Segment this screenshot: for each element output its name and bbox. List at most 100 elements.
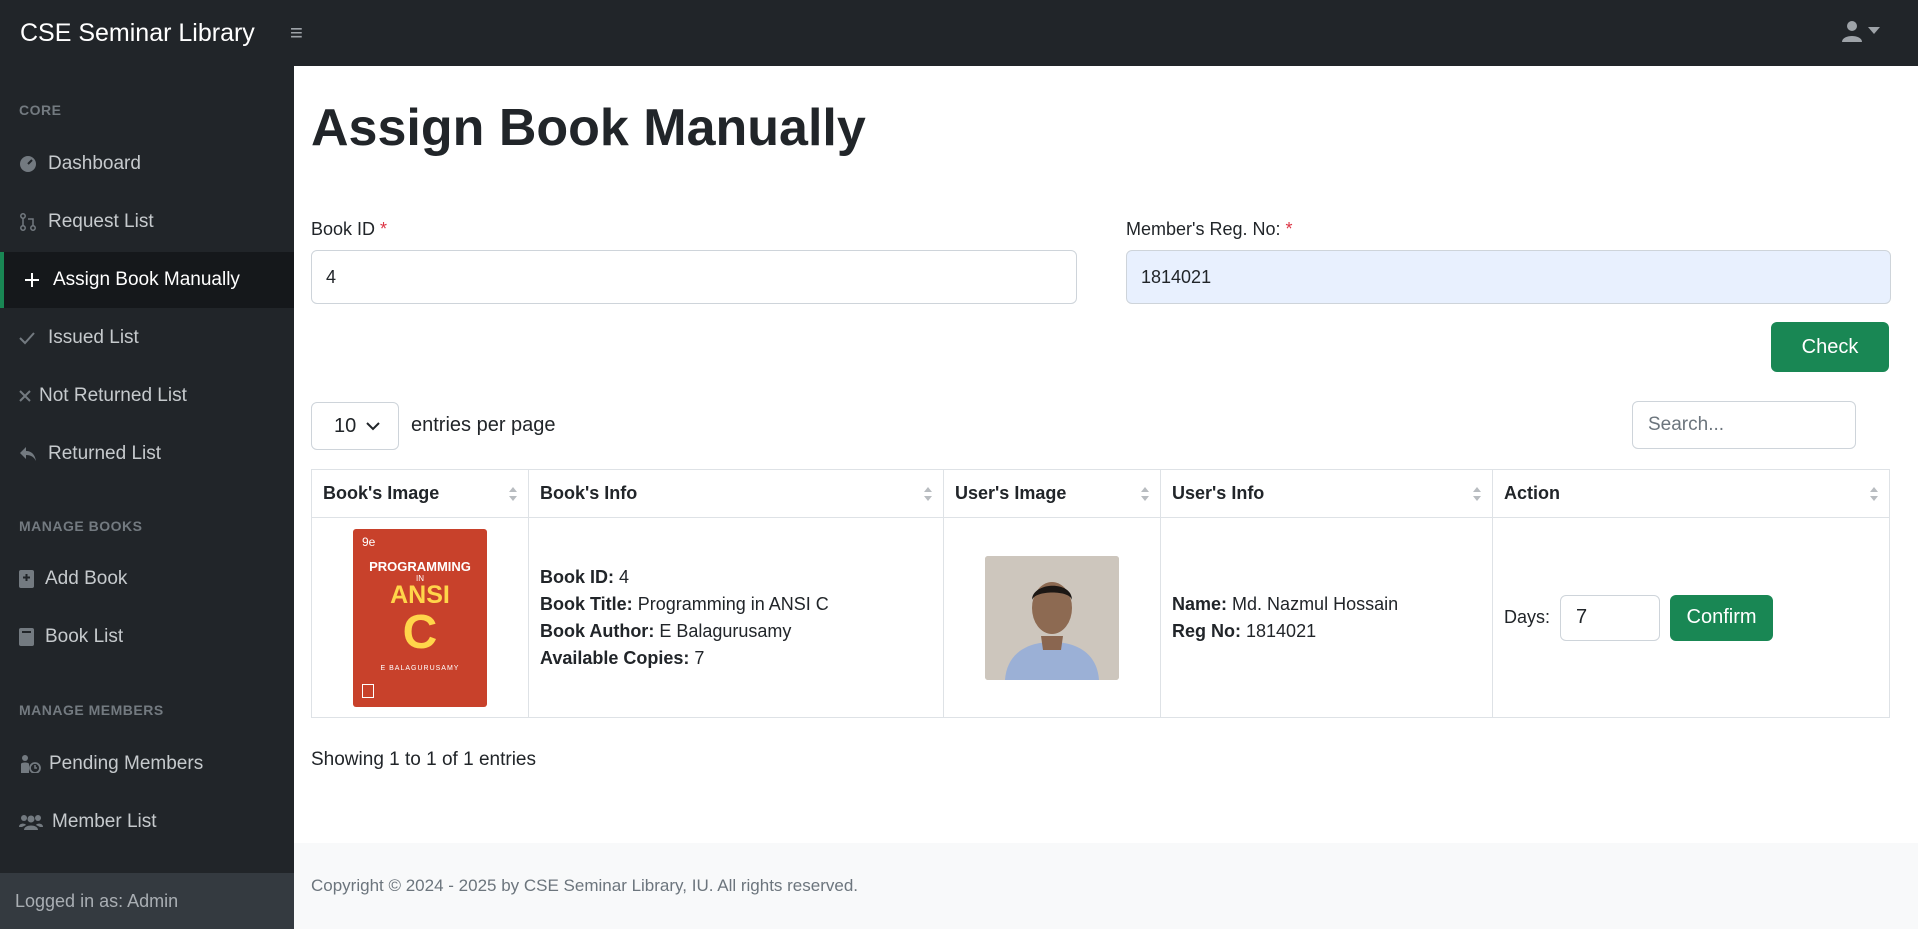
member-reg-input[interactable]: 1814021 xyxy=(1126,250,1891,304)
entries-per-page-select[interactable]: 10 xyxy=(311,402,399,450)
days-label: Days: xyxy=(1504,607,1551,627)
cover-edition: 9e xyxy=(362,534,376,549)
column-header-users-image[interactable]: User's Image xyxy=(943,469,1161,518)
days-group: Days: 7 Confirm xyxy=(1504,594,1889,641)
brand-title[interactable]: CSE Seminar Library xyxy=(0,19,280,48)
plus-icon xyxy=(24,272,44,288)
book-info-cell: Book ID: 4 Book Title: Programming in AN… xyxy=(528,517,944,718)
check-icon xyxy=(19,331,39,345)
days-input[interactable]: 7 xyxy=(1560,594,1661,641)
user-reg-line: Reg No: 1814021 xyxy=(1172,618,1492,645)
available-copies-value: 7 xyxy=(694,647,705,668)
copyright-text: Copyright © 2024 - 2025 by CSE Seminar L… xyxy=(311,876,859,895)
available-copies-line: Available Copies: 7 xyxy=(540,645,943,672)
sidebar-item-label: Issued List xyxy=(48,327,139,348)
sidebar-item-pending-members[interactable]: Pending Members xyxy=(0,736,294,792)
sidebar-heading-core: CORE xyxy=(19,102,62,118)
search-input[interactable]: Search... xyxy=(1632,401,1856,449)
table-info-text: Showing 1 to 1 of 1 entries xyxy=(311,749,536,770)
dashboard-icon xyxy=(19,155,39,173)
sort-icon xyxy=(509,487,517,501)
book-author-value: E Balagurusamy xyxy=(659,620,792,641)
book-title-value: Programming in ANSI C xyxy=(637,593,829,614)
column-header-action[interactable]: Action xyxy=(1492,469,1890,518)
column-header-books-image[interactable]: Book's Image xyxy=(311,469,529,518)
book-cover-image: 9e PROGRAMMING IN ANSI C E BALAGURUSAMY xyxy=(353,528,487,707)
sidebar-item-assign-book[interactable]: Assign Book Manually xyxy=(0,252,294,308)
required-mark: * xyxy=(380,219,388,239)
book-icon xyxy=(19,628,36,646)
sidebar-item-label: Dashboard xyxy=(48,153,141,174)
column-header-label: User's Image xyxy=(955,483,1067,503)
book-author-line: Book Author: E Balagurusamy xyxy=(540,618,943,645)
column-header-books-info[interactable]: Book's Info xyxy=(528,469,944,518)
user-photo xyxy=(985,555,1119,680)
sidebar-item-returned-list[interactable]: Returned List xyxy=(0,426,294,482)
column-header-users-info[interactable]: User's Info xyxy=(1160,469,1493,518)
available-copies-key: Available Copies: xyxy=(540,647,690,668)
column-header-label: Book's Info xyxy=(540,483,638,503)
sidebar-item-issued-list[interactable]: Issued List xyxy=(0,310,294,366)
top-navbar: CSE Seminar Library ≡ xyxy=(0,0,1918,66)
sort-icon xyxy=(1141,487,1149,501)
sidebar-item-label: Add Book xyxy=(45,568,128,589)
user-name-value: Md. Nazmul Hossain xyxy=(1232,593,1399,614)
column-header-label: Action xyxy=(1504,483,1560,503)
sidebar-item-label: Request List xyxy=(48,211,154,232)
sidebar-item-label: Pending Members xyxy=(49,753,204,774)
book-author-key: Book Author: xyxy=(540,620,655,641)
page-footer: Copyright © 2024 - 2025 by CSE Seminar L… xyxy=(294,843,1918,929)
entries-per-page-value: 10 xyxy=(334,414,357,437)
sidebar-item-request-list[interactable]: Request List xyxy=(0,194,294,250)
chevron-down-icon xyxy=(366,421,380,430)
table-row: 9e PROGRAMMING IN ANSI C E BALAGURUSAMY … xyxy=(311,517,1890,718)
member-reg-label-text: Member's Reg. No: xyxy=(1126,219,1281,239)
sidebar-item-not-returned-list[interactable]: Not Returned List xyxy=(0,368,294,424)
book-id-line: Book ID: 4 xyxy=(540,564,943,591)
book-title-line: Book Title: Programming in ANSI C xyxy=(540,591,943,618)
logged-in-status: Logged in as: Admin xyxy=(0,873,294,929)
cover-author: E BALAGURUSAMY xyxy=(380,664,460,672)
sidebar-item-label: Assign Book Manually xyxy=(53,269,240,290)
sidebar-item-dashboard[interactable]: Dashboard xyxy=(0,136,294,192)
action-cell: Days: 7 Confirm xyxy=(1492,517,1890,718)
book-id-label: Book ID * xyxy=(311,219,387,240)
sidebar-item-add-book[interactable]: Add Book xyxy=(0,551,294,607)
cover-line1: PROGRAMMING xyxy=(369,558,471,574)
check-button[interactable]: Check xyxy=(1771,322,1889,372)
pending-user-icon xyxy=(19,755,41,773)
user-icon xyxy=(1842,21,1862,42)
sort-icon xyxy=(924,487,932,501)
pull-request-icon xyxy=(19,213,39,231)
sidebar-item-book-list[interactable]: Book List xyxy=(0,609,294,665)
book-id-input[interactable]: 4 xyxy=(311,250,1077,304)
sidebar-item-member-list[interactable]: Member List xyxy=(0,794,294,850)
user-image-cell xyxy=(943,517,1161,718)
user-name-key: Name: xyxy=(1172,593,1228,614)
sidebar-item-label: Member List xyxy=(52,811,157,832)
user-info-cell: Name: Md. Nazmul Hossain Reg No: 1814021 xyxy=(1160,517,1493,718)
entries-per-page-label: entries per page xyxy=(411,414,556,436)
x-icon xyxy=(19,390,33,402)
sidebar-heading-manage-books: MANAGE BOOKS xyxy=(19,518,143,534)
confirm-button[interactable]: Confirm xyxy=(1670,594,1774,641)
users-icon xyxy=(19,814,43,830)
required-mark: * xyxy=(1285,219,1293,239)
user-menu-button[interactable] xyxy=(1842,20,1880,42)
publisher-logo-icon xyxy=(362,683,374,698)
user-name-line: Name: Md. Nazmul Hossain xyxy=(1172,591,1492,618)
book-plus-icon xyxy=(19,570,36,588)
sort-icon xyxy=(1473,487,1481,501)
member-reg-label: Member's Reg. No: * xyxy=(1126,219,1293,240)
sidebar-item-label: Not Returned List xyxy=(39,385,187,406)
page-title: Assign Book Manually xyxy=(311,99,866,157)
table-header-row: Book's Image Book's Info User's Image Us… xyxy=(311,469,1890,518)
book-image-cell: 9e PROGRAMMING IN ANSI C E BALAGURUSAMY xyxy=(311,517,529,718)
sidebar-item-label: Returned List xyxy=(48,443,162,464)
book-id-key: Book ID: xyxy=(540,566,614,587)
sidebar-heading-manage-members: MANAGE MEMBERS xyxy=(19,702,164,718)
user-reg-key: Reg No: xyxy=(1172,620,1241,641)
main-content: Assign Book Manually Book ID * 4 Member'… xyxy=(294,66,1918,929)
hamburger-menu-icon[interactable]: ≡ xyxy=(290,20,303,46)
column-header-label: User's Info xyxy=(1172,483,1265,503)
